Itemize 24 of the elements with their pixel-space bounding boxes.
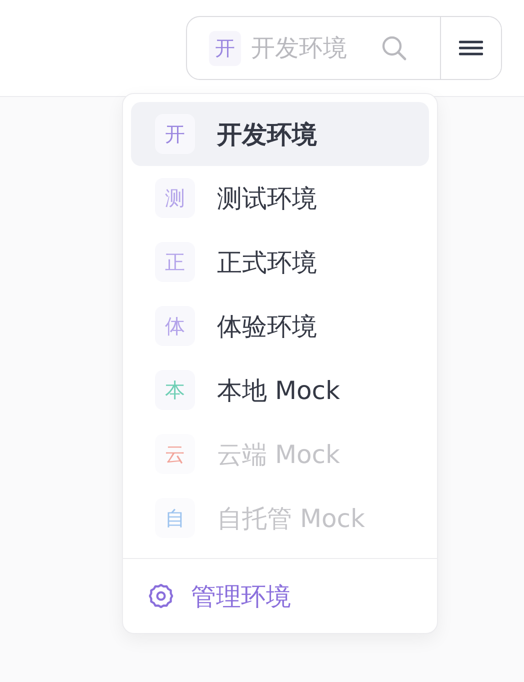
environment-option[interactable]: 正 正式环境 — [131, 230, 429, 294]
environment-option[interactable]: 体 体验环境 — [131, 294, 429, 358]
option-label: 云端 Mock — [217, 438, 340, 470]
environment-badge: 测 — [155, 178, 195, 218]
environment-badge: 体 — [155, 306, 195, 346]
environment-badge: 本 — [155, 370, 195, 410]
environment-badge: 开 — [209, 30, 241, 66]
option-label: 自托管 Mock — [217, 502, 366, 534]
environment-badge: 开 — [155, 114, 195, 154]
environment-option[interactable]: 本 本地 Mock — [131, 358, 429, 422]
menu-icon — [459, 40, 483, 56]
option-label: 本地 Mock — [217, 374, 340, 406]
environment-badge: 自 — [155, 498, 195, 538]
option-label: 测试环境 — [217, 182, 317, 214]
environment-badge: 云 — [155, 434, 195, 474]
option-label: 开发环境 — [217, 118, 317, 150]
option-label: 正式环境 — [217, 246, 317, 278]
settings-icon — [147, 582, 175, 610]
option-label: 体验环境 — [217, 310, 317, 342]
search-icon — [381, 35, 407, 61]
environment-option[interactable]: 开 开发环境 — [131, 102, 429, 166]
manage-environments-link[interactable]: 管理环境 — [191, 580, 291, 612]
environment-badge: 正 — [155, 242, 195, 282]
environment-option[interactable]: 测 测试环境 — [131, 166, 429, 230]
